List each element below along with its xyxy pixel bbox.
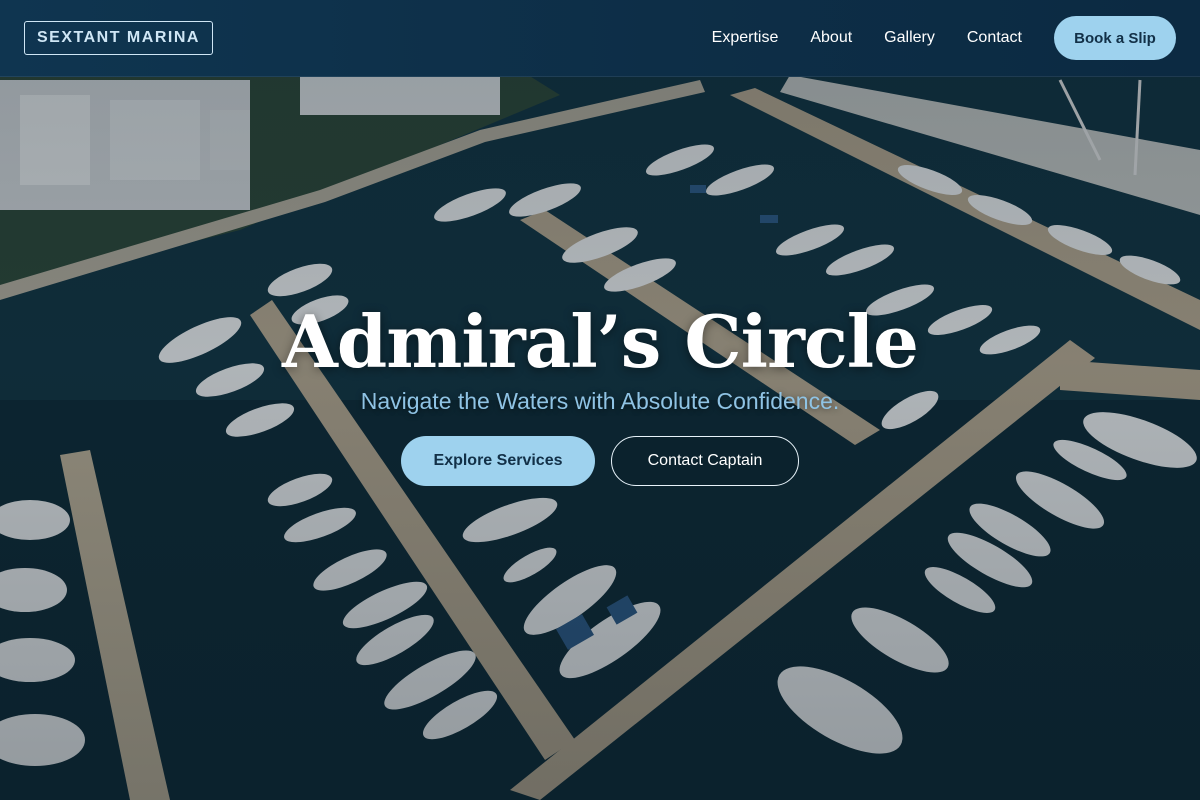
hero-section: Admiral’s Circle Navigate the Waters wit… — [0, 300, 1200, 486]
hero-subtitle: Navigate the Waters with Absolute Confid… — [360, 388, 840, 414]
hero-actions: Explore Services Contact Captain — [401, 436, 799, 486]
nav-link-about[interactable]: About — [810, 29, 852, 47]
nav-link-expertise[interactable]: Expertise — [712, 29, 779, 47]
nav-links: Expertise About Gallery Contact — [712, 29, 1022, 47]
contact-captain-button[interactable]: Contact Captain — [611, 436, 799, 486]
nav-link-gallery[interactable]: Gallery — [884, 29, 935, 47]
nav-link-contact[interactable]: Contact — [967, 29, 1022, 47]
book-a-slip-button[interactable]: Book a Slip — [1054, 16, 1176, 60]
top-navbar: SEXTANT MARINA Expertise About Gallery C… — [0, 0, 1200, 77]
explore-services-button[interactable]: Explore Services — [401, 436, 595, 486]
brand-logo[interactable]: SEXTANT MARINA — [24, 21, 213, 55]
hero-title: Admiral’s Circle — [282, 299, 919, 384]
